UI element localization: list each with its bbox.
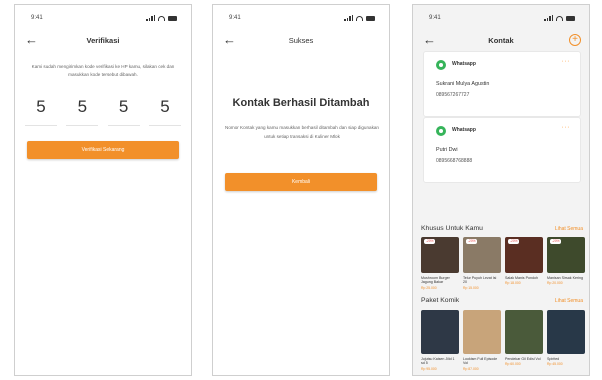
success-heading: Kontak Berhasil Ditambah [232, 97, 370, 109]
add-contact-icon[interactable]: + [569, 34, 581, 46]
status-icons [544, 15, 575, 21]
battery-icon [566, 15, 575, 21]
special-products-row: -20% Mushroom Burger Jagung Bakar Rp 25.… [421, 237, 585, 290]
product-name: Jujutsu Kaisen Jilid 1 sd 5 [421, 357, 455, 366]
more-options-icon[interactable]: ··· [562, 58, 571, 65]
product-price: Rp 87.000 [463, 366, 479, 371]
comic-cover [421, 310, 459, 354]
whatsapp-icon [436, 60, 446, 70]
product-name: Pendekar Gil Edisi Vol [505, 357, 541, 361]
wifi-icon [356, 15, 363, 21]
comic-card[interactable]: Jujutsu Kaisen Jilid 1 sd 5 Rp 95.000 [421, 310, 459, 371]
contact-screen: 9:41 ← Kontak + Whatsapp ··· Sukrani Mul… [412, 4, 590, 376]
page-title: Sukses [288, 36, 314, 45]
wifi-icon [556, 15, 563, 21]
comic-card[interactable]: Spirited Rp 45.000 [547, 310, 585, 371]
discount-badge: -20% [508, 239, 520, 244]
back-button[interactable]: Kembali [225, 173, 377, 191]
nav-bar: ← Kontak + [413, 33, 589, 49]
section-title: Paket Komik [421, 297, 460, 304]
otp-input-row: 5 5 5 5 [25, 97, 181, 126]
product-image: -20% [421, 237, 459, 273]
product-image: -20% [505, 237, 543, 273]
otp-digit-3[interactable]: 5 [107, 97, 140, 126]
status-bar: 9:41 [15, 15, 191, 25]
product-card[interactable]: -20% Mushroom Burger Jagung Bakar Rp 25.… [421, 237, 459, 290]
product-price: Rp 15.000 [463, 285, 479, 290]
status-time: 9:41 [229, 15, 241, 21]
status-bar: 9:41 [213, 15, 389, 25]
product-price: Rp 45.000 [547, 362, 563, 367]
status-time: 9:41 [429, 15, 441, 21]
product-name: Spirited [547, 357, 560, 361]
contact-name: Putri Dwi [436, 147, 458, 153]
page-title: Verifikasi [86, 36, 120, 45]
contact-app-label: Whatsapp [452, 127, 476, 133]
status-icons [146, 15, 177, 21]
discount-badge: -20% [466, 239, 478, 244]
verification-screen: 9:41 ← Verifikasi Kami sudah mengirimkan… [14, 4, 192, 376]
product-name: Salak Manis Pondoh [505, 276, 538, 280]
whatsapp-icon [436, 126, 446, 136]
product-price: Rp 18.000 [505, 281, 521, 286]
see-all-link[interactable]: Lihat Semua [555, 298, 583, 304]
discount-badge: -20% [550, 239, 562, 244]
comic-card[interactable]: Pendekar Gil Edisi Vol Rp 60.000 [505, 310, 543, 371]
verification-description: Kami sudah mengirimkan kode verifikasi k… [31, 64, 175, 77]
nav-bar: ← Sukses [213, 33, 389, 49]
status-time: 9:41 [31, 15, 43, 21]
product-image: -20% [463, 237, 501, 273]
section-title: Khusus Untuk Kamu [421, 225, 483, 232]
comic-package-header: Paket Komik Lihat Semua [421, 297, 583, 307]
otp-digit-1[interactable]: 5 [25, 97, 57, 126]
see-all-link[interactable]: Lihat Semua [555, 226, 583, 232]
contact-app-label: Whatsapp [452, 61, 476, 67]
product-price: Rp 25.000 [421, 285, 437, 290]
product-card[interactable]: -20% Manisan Sirsak Kering Rp 20.000 [547, 237, 585, 290]
page-title: Kontak [488, 36, 514, 45]
success-description: Nomor Kontak yang kamu masukkan berhasil… [225, 125, 379, 139]
contact-name: Sukrani Mulya Agustin [436, 81, 490, 87]
product-price: Rp 20.000 [547, 281, 563, 286]
signal-icon [146, 15, 155, 21]
wifi-icon [158, 15, 165, 21]
product-name: Mushroom Burger Jagung Bakar [421, 276, 450, 285]
product-price: Rp 60.000 [505, 362, 521, 367]
battery-icon [366, 15, 375, 21]
product-price: Rp 95.000 [421, 366, 437, 371]
product-name: Telur Puyuh Lezat Isi 20 [463, 276, 497, 285]
comic-cover [463, 310, 501, 354]
special-for-you-header: Khusus Untuk Kamu Lihat Semua [421, 225, 583, 235]
nav-bar: ← Verifikasi [15, 33, 191, 49]
product-card[interactable]: -20% Salak Manis Pondoh Rp 18.000 [505, 237, 543, 290]
discount-badge: -20% [424, 239, 436, 244]
contact-phone: 089567267727 [436, 92, 470, 98]
contact-phone: 0895668768888 [436, 158, 473, 164]
status-bar: 9:41 [413, 15, 589, 25]
verify-now-button[interactable]: Verifikasi Sekarang [27, 141, 179, 159]
comic-products-row: Jujutsu Kaisen Jilid 1 sd 5 Rp 95.000 Lo… [421, 310, 585, 371]
more-options-icon[interactable]: ··· [562, 124, 571, 131]
otp-digit-2[interactable]: 5 [66, 97, 99, 126]
battery-icon [168, 15, 177, 21]
status-icons [344, 15, 375, 21]
contact-card[interactable]: Whatsapp ··· Putri Dwi 0895668768888 [423, 117, 581, 183]
signal-icon [344, 15, 353, 21]
product-image: -20% [547, 237, 585, 273]
product-name: Lookism Full Episode Vol [463, 357, 498, 366]
contact-card[interactable]: Whatsapp ··· Sukrani Mulya Agustin 08956… [423, 51, 581, 117]
success-screen: 9:41 ← Sukses Kontak Berhasil Ditambah N… [212, 4, 390, 376]
comic-card[interactable]: Lookism Full Episode Vol Rp 87.000 [463, 310, 501, 371]
product-name: Manisan Sirsak Kering [547, 276, 583, 280]
signal-icon [544, 15, 553, 21]
comic-cover [505, 310, 543, 354]
product-card[interactable]: -20% Telur Puyuh Lezat Isi 20 Rp 15.000 [463, 237, 501, 290]
otp-digit-4[interactable]: 5 [148, 97, 181, 126]
comic-cover [547, 310, 585, 354]
